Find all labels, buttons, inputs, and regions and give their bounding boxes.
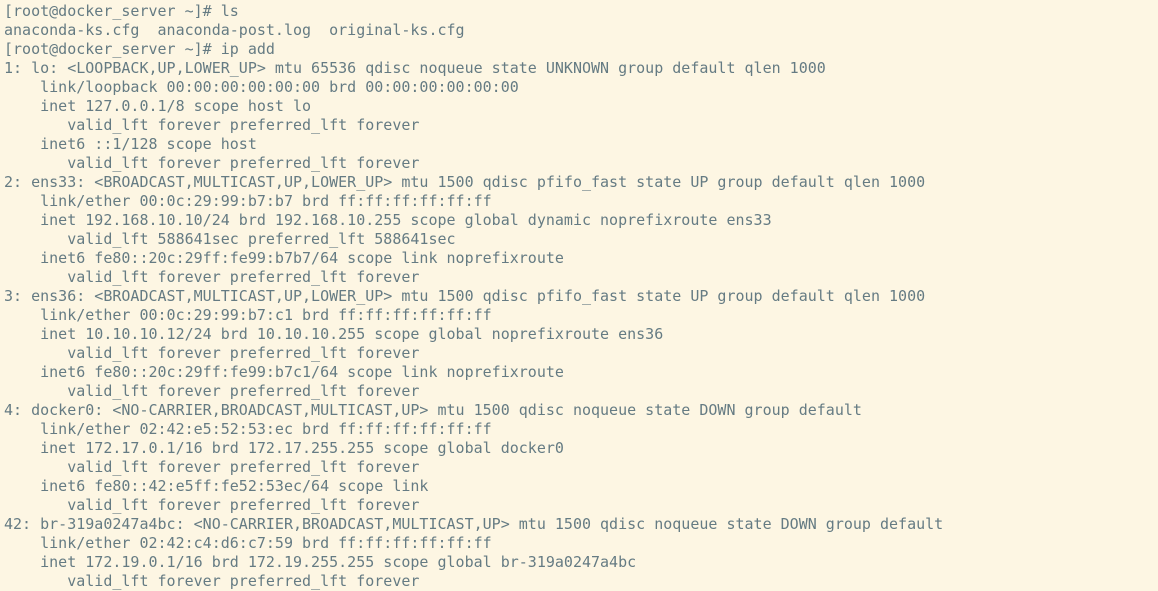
shell-output-line: valid_lft forever preferred_lft forever	[4, 496, 419, 514]
terminal-line: link/loopback 00:00:00:00:00:00 brd 00:0…	[4, 78, 1158, 97]
terminal-line: link/ether 00:0c:29:99:b7:b7 brd ff:ff:f…	[4, 192, 1158, 211]
shell-output-line: link/ether 02:42:c4:d6:c7:59 brd ff:ff:f…	[4, 534, 492, 552]
shell-output-line: valid_lft 588641sec preferred_lft 588641…	[4, 230, 456, 248]
shell-output-line: 1: lo: <LOOPBACK,UP,LOWER_UP> mtu 65536 …	[4, 59, 826, 77]
terminal-line: [root@docker_server ~]# ls	[4, 2, 1158, 21]
terminal-line: valid_lft forever preferred_lft forever	[4, 344, 1158, 363]
terminal-line: valid_lft forever preferred_lft forever	[4, 154, 1158, 173]
terminal-line: inet6 ::1/128 scope host	[4, 135, 1158, 154]
shell-prompt: [root@docker_server ~]#	[4, 40, 221, 58]
terminal-line: valid_lft forever preferred_lft forever	[4, 496, 1158, 515]
terminal-line: valid_lft forever preferred_lft forever	[4, 116, 1158, 135]
shell-output-line: link/ether 00:0c:29:99:b7:c1 brd ff:ff:f…	[4, 306, 492, 324]
terminal-line: inet 192.168.10.10/24 brd 192.168.10.255…	[4, 211, 1158, 230]
terminal-line: inet 127.0.0.1/8 scope host lo	[4, 97, 1158, 116]
terminal-line: inet6 fe80::42:e5ff:fe52:53ec/64 scope l…	[4, 477, 1158, 496]
terminal-line: link/ether 02:42:c4:d6:c7:59 brd ff:ff:f…	[4, 534, 1158, 553]
shell-output-line: anaconda-ks.cfg anaconda-post.log origin…	[4, 21, 465, 39]
terminal-line: 2: ens33: <BROADCAST,MULTICAST,UP,LOWER_…	[4, 173, 1158, 192]
terminal-line: inet 172.19.0.1/16 brd 172.19.255.255 sc…	[4, 553, 1158, 572]
shell-output-line: valid_lft forever preferred_lft forever	[4, 154, 419, 172]
terminal-line: valid_lft forever preferred_lft forever	[4, 382, 1158, 401]
shell-output-line: inet6 fe80::42:e5ff:fe52:53ec/64 scope l…	[4, 477, 428, 495]
terminal-line: inet 10.10.10.12/24 brd 10.10.10.255 sco…	[4, 325, 1158, 344]
terminal-output[interactable]: [root@docker_server ~]# lsanaconda-ks.cf…	[0, 0, 1158, 591]
shell-output-line: inet 127.0.0.1/8 scope host lo	[4, 97, 311, 115]
terminal-line: valid_lft forever preferred_lft forever	[4, 458, 1158, 477]
shell-output-line: link/ether 00:0c:29:99:b7:b7 brd ff:ff:f…	[4, 192, 492, 210]
shell-output-line: valid_lft forever preferred_lft forever	[4, 116, 419, 134]
shell-output-line: inet 172.19.0.1/16 brd 172.19.255.255 sc…	[4, 553, 636, 571]
shell-output-line: inet6 ::1/128 scope host	[4, 135, 257, 153]
shell-prompt: [root@docker_server ~]#	[4, 2, 221, 20]
shell-output-line: link/ether 02:42:e5:52:53:ec brd ff:ff:f…	[4, 420, 492, 438]
shell-output-line: inet6 fe80::20c:29ff:fe99:b7b7/64 scope …	[4, 249, 564, 267]
shell-output-line: valid_lft forever preferred_lft forever	[4, 458, 419, 476]
shell-output-line: 2: ens33: <BROADCAST,MULTICAST,UP,LOWER_…	[4, 173, 925, 191]
terminal-line: inet6 fe80::20c:29ff:fe99:b7b7/64 scope …	[4, 249, 1158, 268]
terminal-line: inet6 fe80::20c:29ff:fe99:b7c1/64 scope …	[4, 363, 1158, 382]
shell-output-line: valid_lft forever preferred_lft forever	[4, 572, 419, 590]
terminal-line: anaconda-ks.cfg anaconda-post.log origin…	[4, 21, 1158, 40]
terminal-line: link/ether 00:0c:29:99:b7:c1 brd ff:ff:f…	[4, 306, 1158, 325]
terminal-line: link/ether 02:42:e5:52:53:ec brd ff:ff:f…	[4, 420, 1158, 439]
shell-output-line: inet 192.168.10.10/24 brd 192.168.10.255…	[4, 211, 772, 229]
terminal-line: 1: lo: <LOOPBACK,UP,LOWER_UP> mtu 65536 …	[4, 59, 1158, 78]
terminal-line: valid_lft forever preferred_lft forever	[4, 572, 1158, 591]
terminal-line: inet 172.17.0.1/16 brd 172.17.255.255 sc…	[4, 439, 1158, 458]
terminal-line: 3: ens36: <BROADCAST,MULTICAST,UP,LOWER_…	[4, 287, 1158, 306]
shell-output-line: 4: docker0: <NO-CARRIER,BROADCAST,MULTIC…	[4, 401, 862, 419]
shell-output-line: valid_lft forever preferred_lft forever	[4, 382, 419, 400]
shell-output-line: inet 172.17.0.1/16 brd 172.17.255.255 sc…	[4, 439, 564, 457]
shell-output-line: 42: br-319a0247a4bc: <NO-CARRIER,BROADCA…	[4, 515, 943, 533]
terminal-line: 42: br-319a0247a4bc: <NO-CARRIER,BROADCA…	[4, 515, 1158, 534]
terminal-line: [root@docker_server ~]# ip add	[4, 40, 1158, 59]
terminal-line: valid_lft forever preferred_lft forever	[4, 268, 1158, 287]
shell-output-line: valid_lft forever preferred_lft forever	[4, 344, 419, 362]
terminal-line: 4: docker0: <NO-CARRIER,BROADCAST,MULTIC…	[4, 401, 1158, 420]
shell-command: ls	[221, 2, 239, 20]
shell-output-line: valid_lft forever preferred_lft forever	[4, 268, 419, 286]
shell-command: ip add	[221, 40, 275, 58]
shell-output-line: link/loopback 00:00:00:00:00:00 brd 00:0…	[4, 78, 519, 96]
terminal-line: valid_lft 588641sec preferred_lft 588641…	[4, 230, 1158, 249]
shell-output-line: inet 10.10.10.12/24 brd 10.10.10.255 sco…	[4, 325, 663, 343]
shell-output-line: 3: ens36: <BROADCAST,MULTICAST,UP,LOWER_…	[4, 287, 925, 305]
shell-output-line: inet6 fe80::20c:29ff:fe99:b7c1/64 scope …	[4, 363, 564, 381]
